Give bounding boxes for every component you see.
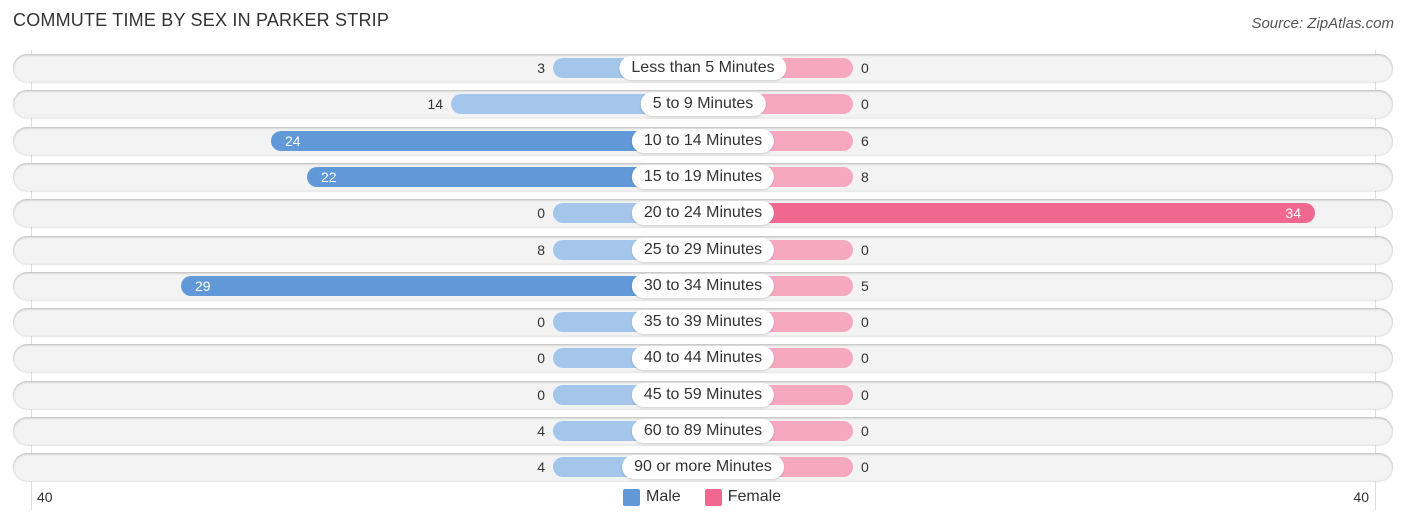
axis-right-label: 40: [1353, 489, 1369, 505]
male-value-label: 22: [321, 168, 337, 185]
female-value-label: 8: [861, 168, 869, 185]
category-label: 45 to 59 Minutes: [631, 382, 775, 407]
category-label: 15 to 19 Minutes: [631, 164, 775, 189]
category-label: 40 to 44 Minutes: [631, 346, 775, 371]
female-value-label: 0: [861, 60, 869, 76]
chart-container: COMMUTE TIME BY SEX IN PARKER STRIP Sour…: [0, 0, 1406, 523]
female-value-label: 6: [861, 132, 869, 149]
category-label: 10 to 14 Minutes: [631, 128, 775, 153]
male-value-label: 14: [427, 96, 443, 113]
category-label: 35 to 39 Minutes: [631, 310, 775, 335]
male-value-label: 4: [537, 423, 545, 439]
legend-male-swatch: [623, 488, 640, 506]
legend-female-label: Female: [727, 488, 782, 505]
male-value-label: 8: [537, 241, 545, 258]
male-value-label: 0: [537, 386, 545, 403]
male-value-label: 0: [537, 350, 545, 367]
male-value-label: 0: [537, 205, 545, 222]
category-label: 90 or more Minutes: [622, 455, 784, 480]
legend-male-label: Male: [646, 488, 681, 505]
female-value-label: 5: [861, 277, 869, 294]
male-value-label: 24: [285, 132, 301, 149]
female-value-label: 0: [861, 350, 869, 367]
female-value-label: 0: [861, 423, 869, 439]
female-value-label: 34: [1285, 205, 1301, 222]
female-value-label: 0: [861, 459, 869, 476]
legend-female-swatch: [704, 488, 722, 506]
legend: Male Female: [623, 488, 781, 506]
female-value-label: 0: [861, 314, 869, 331]
category-label: 20 to 24 Minutes: [631, 201, 775, 226]
male-value-label: 29: [195, 277, 211, 294]
category-label: 60 to 89 Minutes: [631, 419, 775, 443]
male-value-label: 4: [537, 459, 545, 476]
category-label: 30 to 34 Minutes: [631, 273, 775, 298]
source-label: Source: ZipAtlas.com: [1251, 15, 1394, 32]
chart-title: COMMUTE TIME BY SEX IN PARKER STRIP: [13, 10, 390, 30]
category-label: Less than 5 Minutes: [619, 56, 787, 80]
male-value-label: 0: [537, 314, 545, 331]
female-value-label: 0: [861, 386, 869, 403]
category-label: 25 to 29 Minutes: [631, 237, 775, 262]
female-value-label: 0: [861, 241, 869, 258]
female-bar: [703, 203, 1315, 224]
male-value-label: 3: [537, 60, 545, 76]
axis-left-label: 40: [37, 489, 53, 505]
female-value-label: 0: [861, 96, 869, 113]
category-label: 5 to 9 Minutes: [640, 92, 766, 117]
male-bar: [181, 275, 703, 296]
